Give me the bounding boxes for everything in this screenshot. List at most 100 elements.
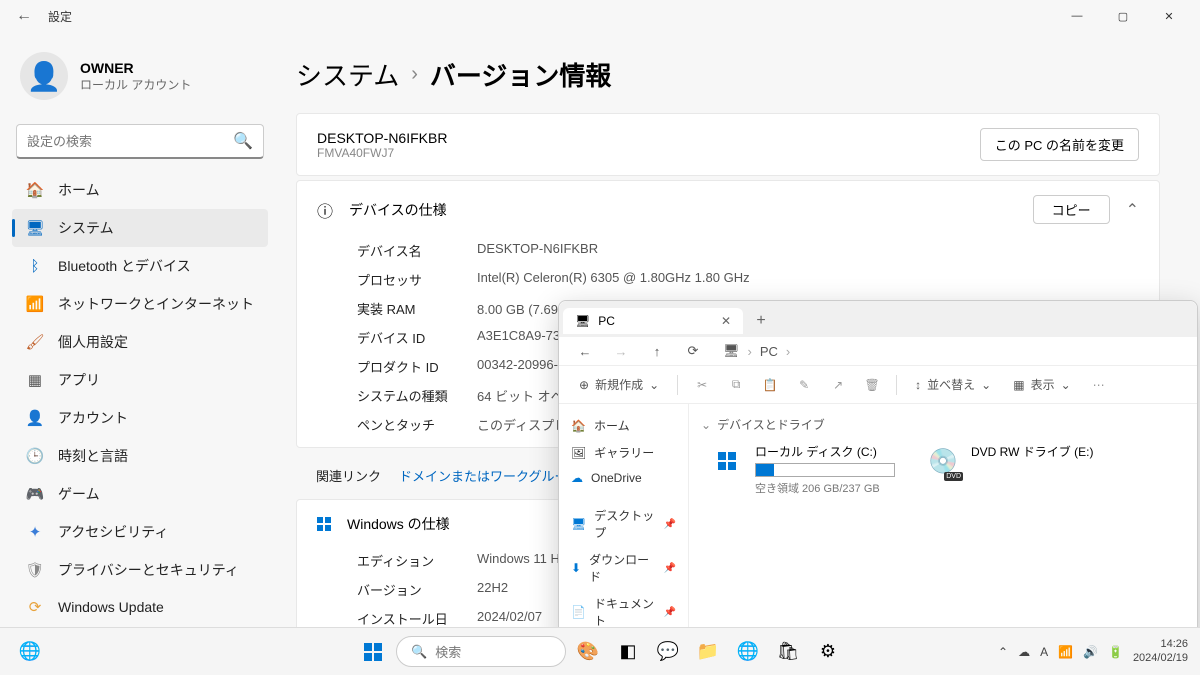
new-tab-button[interactable]: + xyxy=(747,312,775,330)
page-title: バージョン情報 xyxy=(430,56,611,93)
sidebar-item-2[interactable]: ᛒBluetooth とデバイス xyxy=(12,247,268,285)
delete-icon[interactable]: 🗑 xyxy=(858,378,886,392)
taskbar-search[interactable]: 🔍検索 xyxy=(396,636,566,667)
sidebar-item-label: プライバシーとセキュリティ xyxy=(58,560,239,580)
spec-value: 2024/02/07 xyxy=(477,609,542,627)
related-label: 関連リンク xyxy=(316,466,381,485)
edge-icon[interactable]: 🌐 xyxy=(12,634,48,670)
sidebar-item-5[interactable]: ▦アプリ xyxy=(12,361,268,399)
nav-icon: ⟳ xyxy=(26,598,44,616)
window-title: 設定 xyxy=(48,8,72,25)
nav-gallery[interactable]: 🖼ギャラリー xyxy=(565,439,682,466)
drive-c[interactable]: ローカル ディスク (C:) 空き領域 206 GB/237 GB xyxy=(709,443,895,496)
widgets-icon[interactable]: 🎨 xyxy=(570,634,606,670)
nav-back-button[interactable]: ← xyxy=(571,344,599,359)
search-box[interactable]: 🔍 xyxy=(16,124,264,159)
explorer-icon[interactable]: 📁 xyxy=(690,634,726,670)
breadcrumb-parent[interactable]: システム xyxy=(296,56,399,93)
nav-refresh-button[interactable]: ⟳ xyxy=(679,343,707,359)
profile[interactable]: 👤 OWNER ローカル アカウント xyxy=(12,40,268,120)
paste-icon[interactable]: 📋 xyxy=(756,378,784,392)
copy-button[interactable]: コピー xyxy=(1033,195,1110,224)
explorer-tab-pc[interactable]: 🖥 PC ✕ xyxy=(563,308,743,334)
ime-icon[interactable]: A xyxy=(1040,645,1048,659)
nav-downloads[interactable]: ⬇ダウンロード📌 xyxy=(565,546,682,590)
nav-home[interactable]: 🏠ホーム xyxy=(565,412,682,439)
breadcrumb: システム › バージョン情報 xyxy=(296,56,1160,93)
sidebar-item-label: ゲーム xyxy=(58,484,100,504)
spec-label: デバイス名 xyxy=(357,241,477,260)
minimize-button[interactable]: — xyxy=(1054,0,1100,32)
section-devices[interactable]: ⌄デバイスとドライブ xyxy=(701,412,1185,437)
gallery-icon: 🖼 xyxy=(571,446,586,460)
clock[interactable]: 14:26 2024/02/19 xyxy=(1133,638,1192,664)
chat-icon[interactable]: 💬 xyxy=(650,634,686,670)
chevron-down-icon: ⌄ xyxy=(649,378,659,392)
sidebar-item-6[interactable]: 👤アカウント xyxy=(12,399,268,437)
tab-close-icon[interactable]: ✕ xyxy=(721,314,731,328)
device-spec-header[interactable]: ⓘ デバイスの仕様 コピー ⌃ xyxy=(317,195,1139,224)
chevron-right-icon: › xyxy=(786,344,790,359)
related-link-domain[interactable]: ドメインまたはワークグループ xyxy=(399,466,580,485)
edge-taskbar-icon[interactable]: 🌐 xyxy=(730,634,766,670)
nav-forward-button[interactable]: → xyxy=(607,344,635,359)
taskbar: 🌐 🔍検索 🎨 ◧ 💬 📁 🌐 🛍 ⚙ ⌃ ☁ A 📶 🔊 🔋 14:26 20… xyxy=(0,627,1200,675)
device-header-card: DESKTOP-N6IFKBR FMVA40FWJ7 この PC の名前を変更 xyxy=(296,113,1160,176)
cut-icon[interactable]: ✂ xyxy=(688,378,716,392)
sidebar-item-label: システム xyxy=(58,218,114,238)
sidebar-item-10[interactable]: 🛡プライバシーとセキュリティ xyxy=(12,551,268,589)
sidebar-item-1[interactable]: 🖥システム xyxy=(12,209,268,247)
rename-icon[interactable]: ✎ xyxy=(790,378,818,392)
sidebar-item-8[interactable]: 🎮 ゲーム xyxy=(12,475,268,513)
drive-e[interactable]: 💿DVD DVD RW ドライブ (E:) xyxy=(925,443,1093,496)
device-name: DESKTOP-N6IFKBR xyxy=(317,130,447,146)
device-model: FMVA40FWJ7 xyxy=(317,146,447,160)
volume-icon[interactable]: 🔊 xyxy=(1083,645,1098,659)
onedrive-tray-icon[interactable]: ☁ xyxy=(1018,645,1030,659)
rename-pc-button[interactable]: この PC の名前を変更 xyxy=(980,128,1139,161)
spec-label: インストール日 xyxy=(357,609,477,627)
copy-icon[interactable]: ⧉ xyxy=(722,377,750,392)
close-button[interactable]: ✕ xyxy=(1146,0,1192,32)
sidebar-item-3[interactable]: 📶ネットワークとインターネット xyxy=(12,285,268,323)
back-button[interactable]: ← xyxy=(8,7,40,25)
sidebar-item-9[interactable]: ✦アクセシビリティ xyxy=(12,513,268,551)
share-icon[interactable]: ↗ xyxy=(824,378,852,392)
tray-chevron-icon[interactable]: ⌃ xyxy=(998,645,1008,659)
wifi-icon[interactable]: 📶 xyxy=(1058,645,1073,659)
start-button[interactable] xyxy=(354,633,392,671)
battery-icon[interactable]: 🔋 xyxy=(1108,645,1123,659)
nav-desktop[interactable]: 🖥デスクトップ📌 xyxy=(565,502,682,546)
new-button[interactable]: ⊕新規作成⌄ xyxy=(571,372,667,397)
nav-onedrive[interactable]: ☁OneDrive xyxy=(565,466,682,490)
pin-icon: 📌 xyxy=(664,563,676,574)
nav-icon: 🖌 xyxy=(26,333,44,351)
sidebar-item-4[interactable]: 🖌個人用設定 xyxy=(12,323,268,361)
more-icon[interactable]: ⋯ xyxy=(1085,378,1113,392)
nav-up-button[interactable]: ↑ xyxy=(643,344,671,359)
nav-icon: ᛒ xyxy=(26,257,44,275)
address-bar[interactable]: 🖥 › PC › xyxy=(715,343,1185,359)
nav-icon: 🎮 xyxy=(26,485,44,503)
spec-row: プロセッサIntel(R) Celeron(R) 6305 @ 1.80GHz … xyxy=(357,265,1139,294)
store-icon[interactable]: 🛍 xyxy=(770,634,806,670)
task-view-icon[interactable]: ◧ xyxy=(610,634,646,670)
explorer-window: 🖥 PC ✕ + ← → ↑ ⟳ 🖥 › PC › ⊕新規作成⌄ ✂ ⧉ 📋 ✎… xyxy=(558,300,1198,646)
maximize-button[interactable]: ▢ xyxy=(1100,0,1146,32)
drive-e-name: DVD RW ドライブ (E:) xyxy=(971,443,1093,460)
sidebar-item-0[interactable]: 🏠ホーム xyxy=(12,171,268,209)
dvd-icon: 💿DVD xyxy=(925,443,961,479)
sidebar-item-11[interactable]: ⟳Windows Update xyxy=(12,589,268,625)
settings-icon[interactable]: ⚙ xyxy=(810,634,846,670)
search-input[interactable] xyxy=(27,134,233,149)
info-icon: ⓘ xyxy=(317,198,333,222)
sidebar-item-7[interactable]: 🕒時刻と言語 xyxy=(12,437,268,475)
document-icon: 📄 xyxy=(571,605,586,619)
sort-button[interactable]: ↕並べ替え⌄ xyxy=(907,372,999,397)
explorer-content: ⌄デバイスとドライブ ローカル ディスク (C:) 空き領域 206 GB/23… xyxy=(689,404,1197,645)
view-button[interactable]: ▦表示⌄ xyxy=(1005,372,1078,397)
sidebar-item-label: アプリ xyxy=(58,370,100,390)
spec-label: システムの種類 xyxy=(357,386,477,405)
chevron-down-icon: ⌄ xyxy=(981,378,991,392)
chevron-down-icon: ⌄ xyxy=(701,418,711,432)
